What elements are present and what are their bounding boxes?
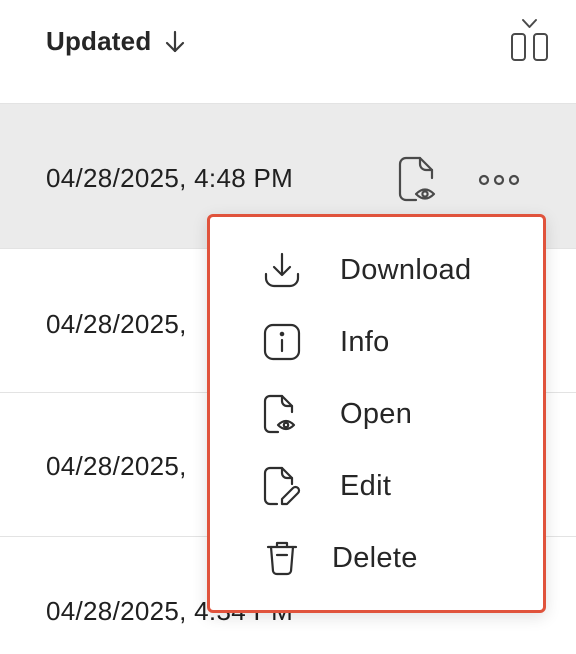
menu-item-label: Delete bbox=[332, 542, 418, 574]
row-context-menu: Download Info Open Edit Delete bbox=[207, 214, 546, 613]
menu-item-info[interactable]: Info bbox=[210, 312, 543, 372]
menu-item-download[interactable]: Download bbox=[210, 240, 543, 300]
menu-item-label: Edit bbox=[340, 470, 392, 502]
file-eye-icon bbox=[260, 392, 304, 436]
menu-item-label: Info bbox=[340, 326, 390, 358]
info-icon bbox=[260, 320, 304, 364]
more-horizontal-icon[interactable] bbox=[474, 160, 524, 200]
column-toggle-icon[interactable] bbox=[506, 16, 554, 64]
sort-updated-button[interactable]: Updated bbox=[46, 26, 189, 57]
menu-item-edit[interactable]: Edit bbox=[210, 456, 543, 516]
row-date: 04/28/2025, 4:48 PM bbox=[46, 163, 294, 193]
row-date: 04/28/2025, bbox=[46, 309, 187, 339]
arrow-down-icon bbox=[161, 28, 189, 56]
trash-icon bbox=[260, 536, 304, 580]
row-date: 04/28/2025, bbox=[46, 451, 187, 481]
menu-item-label: Download bbox=[340, 254, 472, 286]
menu-item-open[interactable]: Open bbox=[210, 384, 543, 444]
download-icon bbox=[260, 248, 304, 292]
menu-item-label: Open bbox=[340, 398, 413, 430]
file-edit-icon bbox=[260, 464, 304, 508]
file-eye-icon[interactable] bbox=[396, 154, 440, 206]
menu-item-delete[interactable]: Delete bbox=[210, 528, 543, 588]
table-header: Updated bbox=[0, 0, 576, 104]
column-header-updated: Updated bbox=[46, 26, 152, 56]
